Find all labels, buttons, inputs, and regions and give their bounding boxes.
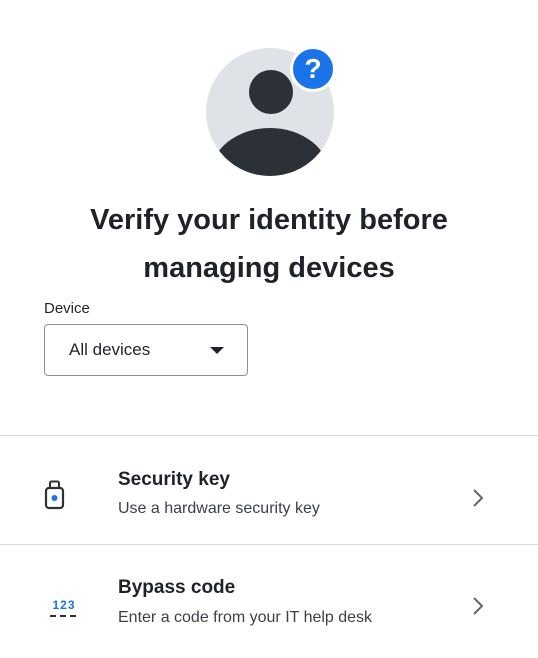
option-bypass-code[interactable]: 123 Bypass code Enter a code from your I… xyxy=(0,545,538,653)
user-avatar: ? xyxy=(206,46,336,176)
device-select[interactable]: All devices xyxy=(44,324,248,376)
option-description: Enter a code from your IT help desk xyxy=(118,609,373,626)
page-title: Verify your identity before managing dev… xyxy=(0,196,538,292)
chevron-right-icon xyxy=(473,597,484,615)
avatar-body-icon xyxy=(210,128,330,176)
chevron-down-icon xyxy=(210,347,224,354)
chevron-right-icon xyxy=(473,489,484,507)
device-select-value: All devices xyxy=(69,340,151,359)
device-label: Device xyxy=(44,300,90,317)
page-title-line-2: managing devices xyxy=(143,252,395,284)
security-key-icon xyxy=(44,480,65,510)
option-title: Security key xyxy=(118,469,230,490)
bypass-code-icon: 123 xyxy=(52,598,76,612)
avatar-head-icon xyxy=(249,70,293,114)
help-badge-icon[interactable]: ? xyxy=(290,46,336,92)
option-description: Use a hardware security key xyxy=(118,500,320,517)
page-title-line-1: Verify your identity before xyxy=(90,204,448,236)
option-security-key[interactable]: Security key Use a hardware security key xyxy=(0,436,538,544)
option-title: Bypass code xyxy=(118,577,236,598)
bypass-code-dashes-icon xyxy=(50,615,78,617)
